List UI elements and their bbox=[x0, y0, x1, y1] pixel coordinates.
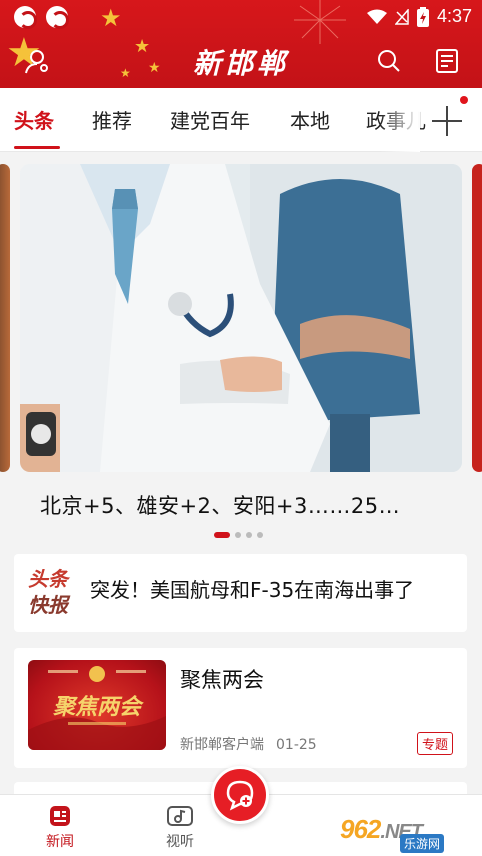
doctor-photo bbox=[20, 164, 462, 472]
carousel-page-indicator bbox=[214, 532, 263, 538]
page-dot bbox=[235, 532, 241, 538]
watermark-sub: 乐游网 bbox=[400, 834, 445, 853]
tab-fade bbox=[380, 88, 420, 152]
status-bar: 4:37 bbox=[0, 0, 482, 34]
active-tab-indicator bbox=[14, 146, 60, 149]
search-icon bbox=[378, 50, 400, 72]
tab-recommended[interactable]: 推荐 bbox=[92, 105, 132, 134]
app-title: 新邯郸 bbox=[192, 47, 289, 80]
plus-icon bbox=[432, 106, 462, 136]
tab-headlines[interactable]: 头条 bbox=[14, 105, 54, 134]
music-video-icon bbox=[167, 806, 193, 826]
newspaper-button[interactable] bbox=[430, 44, 464, 78]
banner-carousel[interactable]: 北京+5、雄安+2、安阳+3……25… bbox=[0, 152, 482, 544]
channel-tabs: 头条 推荐 建党百年 本地 政事儿 bbox=[0, 88, 482, 152]
nav-av[interactable]: 视听 bbox=[150, 801, 210, 851]
banner-image[interactable] bbox=[20, 164, 462, 472]
flash-headline[interactable]: 突发！美国航母和F-35在南海出事了 bbox=[90, 574, 414, 603]
two-sessions-poster: 聚焦两会 bbox=[28, 666, 166, 750]
watermark-logo-number: 962 bbox=[340, 813, 381, 844]
flash-logo-line2: 快报 bbox=[28, 593, 68, 617]
feature-source: 新邯郸客户端 bbox=[180, 737, 264, 753]
app-header: ★ ★ ★ ★ ★ 4:37 新邯郸 bbox=[0, 0, 482, 88]
wifi-icon bbox=[366, 9, 387, 24]
page-dot bbox=[257, 532, 263, 538]
notification-app-icon bbox=[46, 6, 69, 29]
headline-flash-card[interactable]: 头条 快报 突发！美国航母和F-35在南海出事了 bbox=[14, 554, 467, 632]
page-dot bbox=[246, 532, 252, 538]
feature-meta: 新邯郸客户端 01-25 bbox=[180, 734, 317, 754]
search-button[interactable] bbox=[372, 44, 406, 78]
news-icon bbox=[50, 806, 70, 826]
nav-news-label: 新闻 bbox=[46, 834, 74, 850]
next-slide-peek bbox=[472, 164, 482, 472]
new-badge-dot bbox=[460, 96, 468, 104]
banner-caption[interactable]: 北京+5、雄安+2、安阳+3……25… bbox=[40, 490, 400, 520]
add-channel-button[interactable] bbox=[428, 96, 468, 140]
newspaper-icon bbox=[436, 49, 458, 73]
add-post-icon bbox=[226, 780, 254, 811]
feature-thumbnail[interactable]: 聚焦两会 bbox=[28, 660, 166, 750]
battery-charging-icon bbox=[416, 6, 429, 27]
poster-title: 聚焦两会 bbox=[52, 694, 144, 720]
no-signal-icon bbox=[394, 8, 409, 25]
feature-title[interactable]: 聚焦两会 bbox=[180, 664, 264, 694]
feature-article-card[interactable]: 聚焦两会 聚焦两会 新邯郸客户端 01-25 专题 bbox=[14, 648, 467, 768]
prev-slide-peek bbox=[0, 164, 10, 472]
status-time: 4:37 bbox=[436, 6, 472, 26]
nav-news[interactable]: 新闻 bbox=[30, 801, 90, 851]
feature-date: 01-25 bbox=[276, 737, 317, 753]
topic-badge: 专题 bbox=[416, 732, 453, 755]
flash-logo-line1: 头条 bbox=[28, 567, 68, 591]
page-dot-active bbox=[214, 532, 230, 538]
nav-av-label: 视听 bbox=[166, 834, 194, 850]
compose-fab[interactable] bbox=[211, 766, 269, 824]
notification-app-icon bbox=[14, 6, 37, 29]
headline-flash-logo: 头条 快报 bbox=[28, 566, 78, 618]
tab-party-centennial[interactable]: 建党百年 bbox=[170, 105, 250, 134]
tab-local[interactable]: 本地 bbox=[290, 105, 330, 134]
